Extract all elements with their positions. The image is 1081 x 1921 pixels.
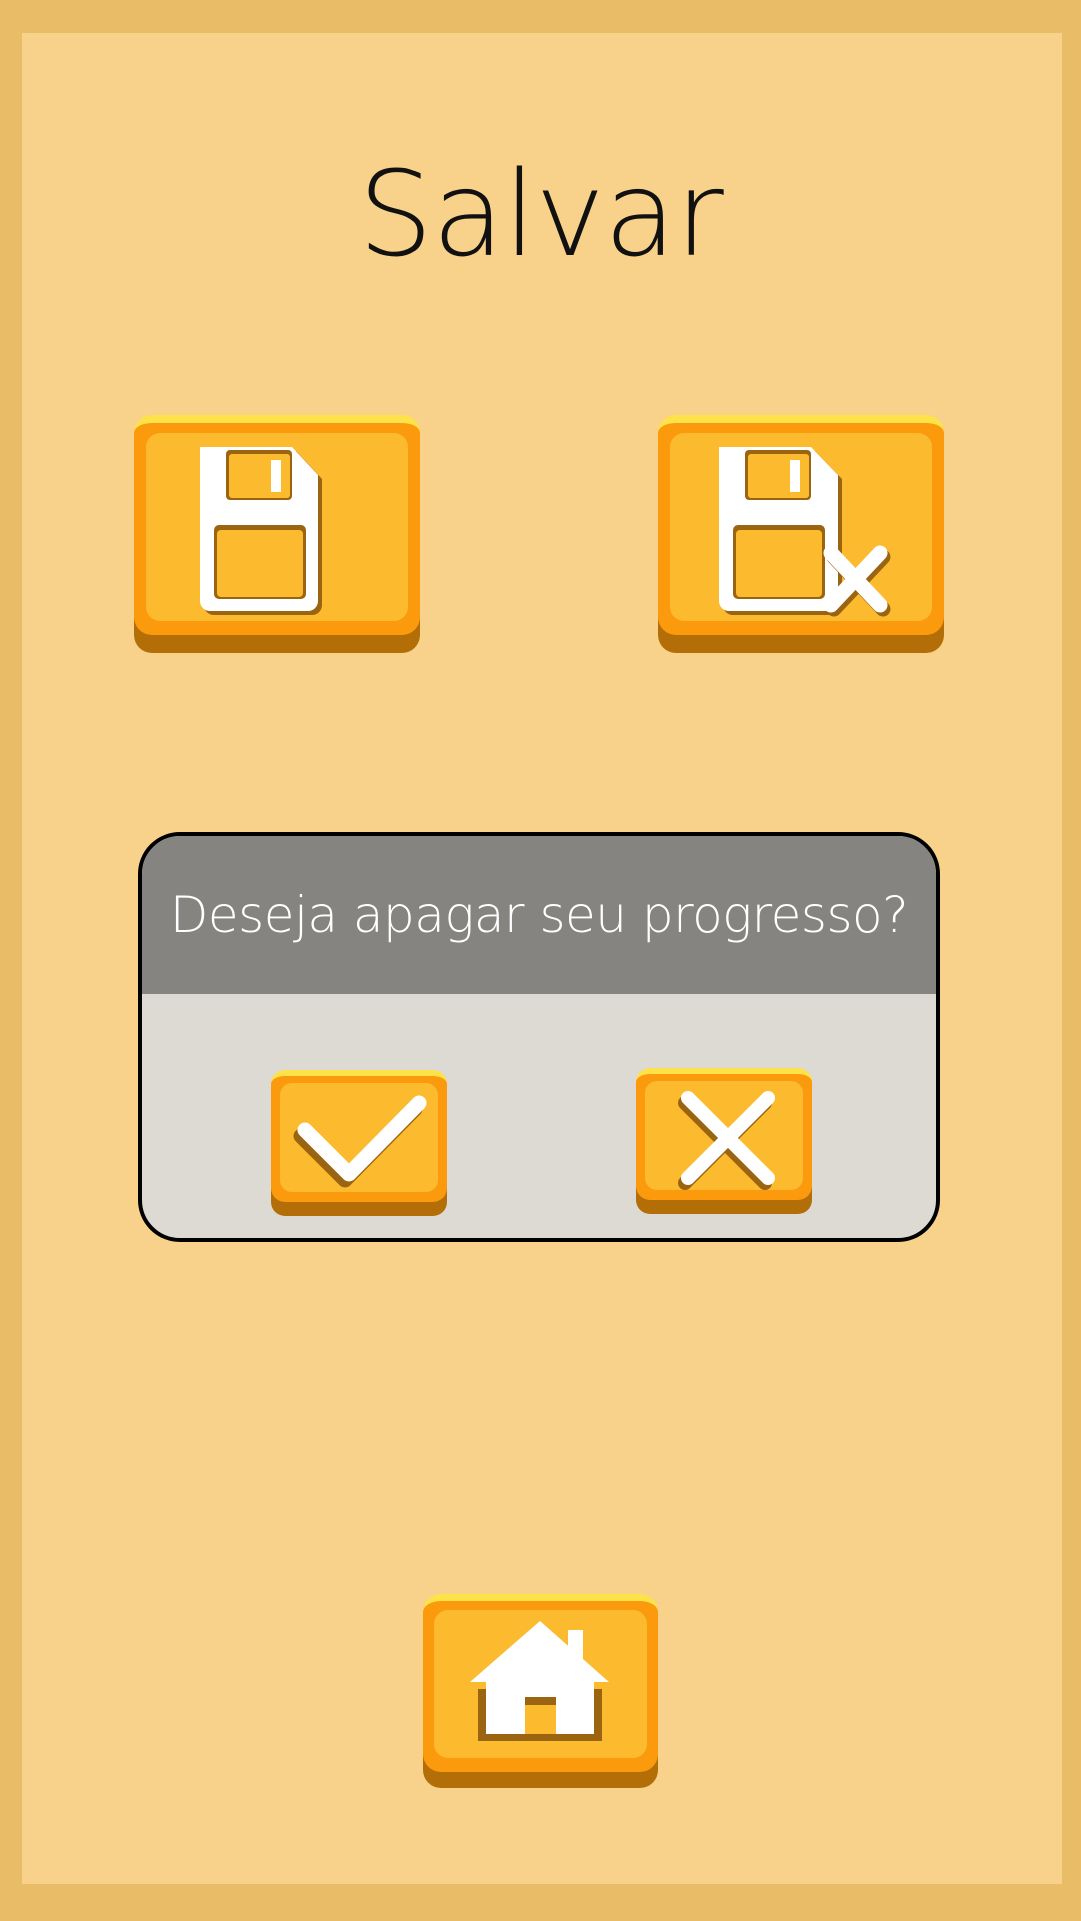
home-button[interactable] [423, 1594, 658, 1788]
confirm-dialog: Deseja apagar seu progresso? [138, 832, 940, 1242]
floppy-disk-delete-icon [719, 447, 891, 617]
save-button[interactable] [134, 415, 420, 653]
delete-save-button[interactable] [658, 415, 944, 653]
home-icon [470, 1621, 609, 1741]
floppy-disk-icon [200, 447, 322, 615]
cancel-button[interactable] [636, 1068, 812, 1214]
page-title: Salvar [358, 145, 724, 283]
close-icon [678, 1091, 775, 1190]
confirm-button[interactable] [271, 1070, 447, 1216]
checkmark-icon [293, 1095, 427, 1188]
dialog-question: Deseja apagar seu progresso? [169, 886, 909, 944]
